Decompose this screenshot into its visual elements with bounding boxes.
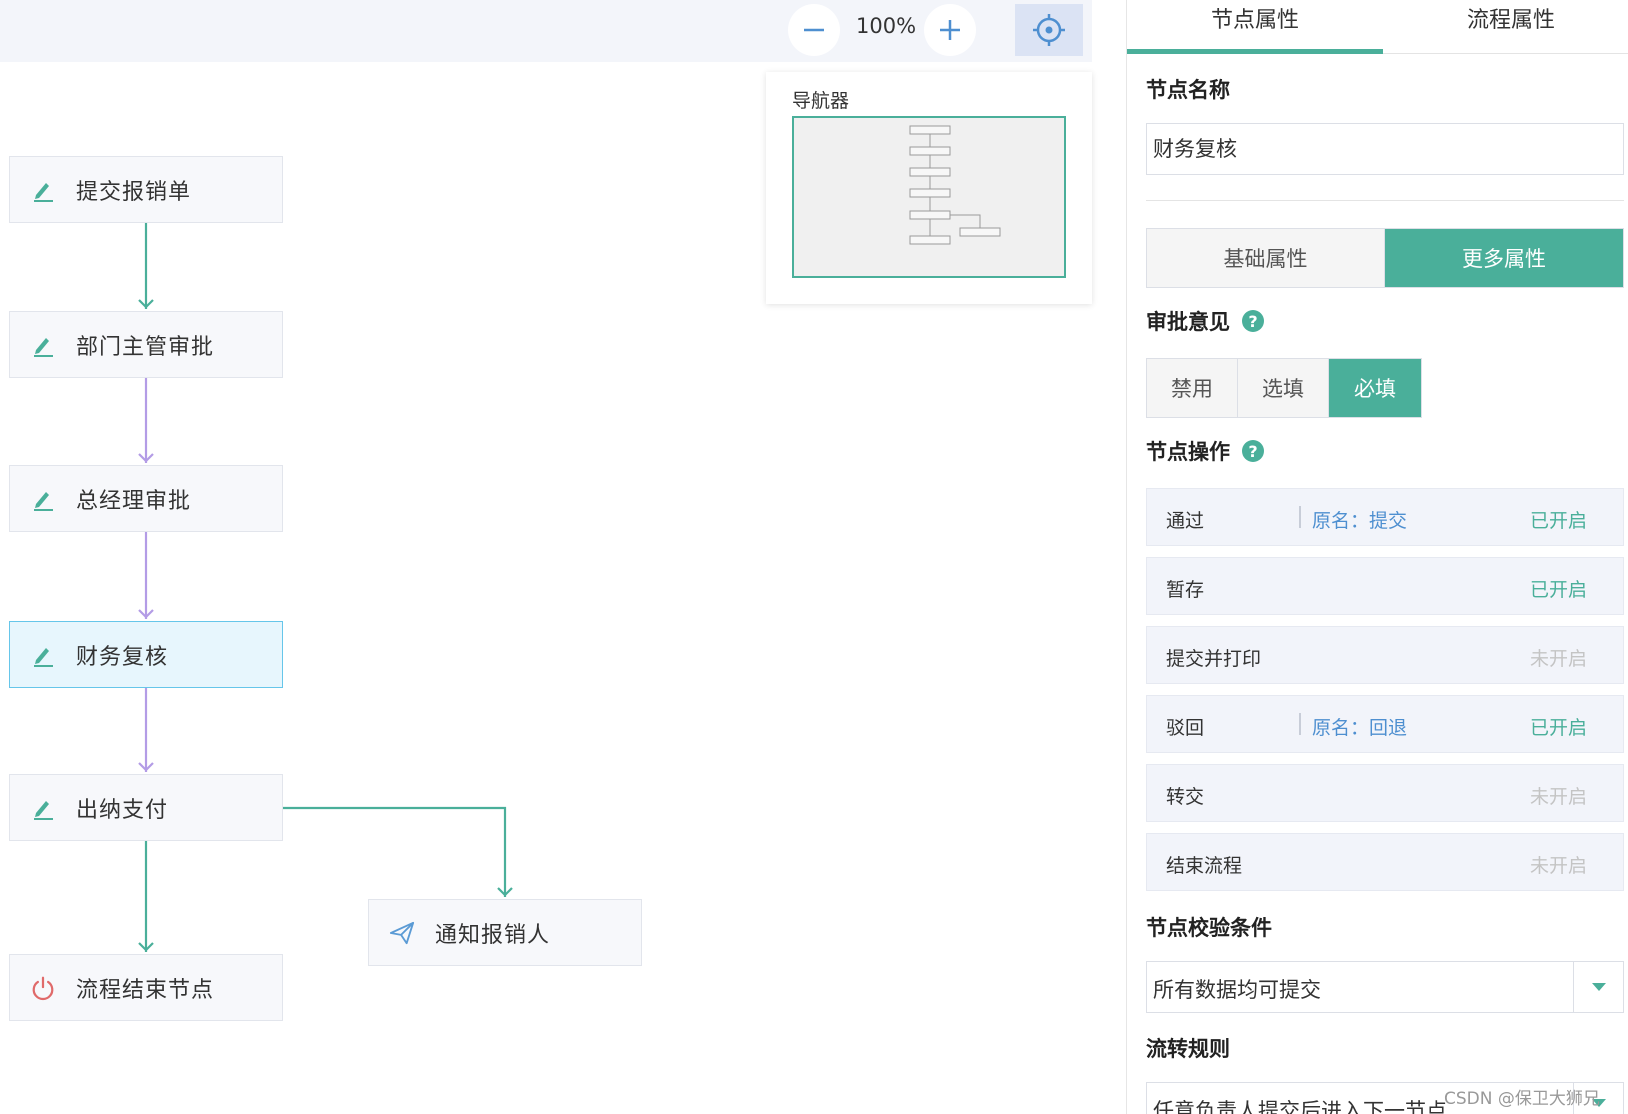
node-operations-label-text: 节点操作: [1146, 440, 1230, 464]
flow-node-notify[interactable]: 通知报销人: [368, 899, 642, 966]
flow-node-finance-review[interactable]: 财务复核: [9, 621, 283, 688]
operation-row-end-flow[interactable]: 结束流程 未开启: [1146, 833, 1624, 891]
node-label: 财务复核: [76, 644, 169, 670]
operation-status[interactable]: 未开启: [1530, 644, 1587, 671]
approval-opinion-segment: 禁用 选填 必填: [1146, 358, 1422, 418]
node-label: 提交报销单: [76, 179, 192, 205]
property-type-toggle: 基础属性 更多属性: [1146, 228, 1624, 288]
locate-button[interactable]: [1015, 4, 1083, 56]
operation-row-transfer[interactable]: 转交 未开启: [1146, 764, 1624, 822]
dropdown-arrow-icon[interactable]: [1573, 962, 1623, 1012]
transfer-rule-label: 流转规则: [1146, 1033, 1230, 1063]
zoom-level: 100%: [856, 14, 917, 38]
operation-row-reject[interactable]: 驳回 原名：回退 已开启: [1146, 695, 1624, 753]
operation-name: 转交: [1166, 786, 1205, 808]
property-panel: 节点属性 流程属性 节点名称 财务复核 基础属性 更多属性 审批意见 ? 禁用 …: [1126, 0, 1628, 1114]
opinion-optional-option[interactable]: 选填: [1238, 359, 1329, 417]
operation-status[interactable]: 已开启: [1530, 713, 1587, 740]
node-name-label-text: 节点名称: [1146, 78, 1230, 102]
help-icon[interactable]: ?: [1242, 310, 1264, 332]
plus-icon: [940, 20, 960, 40]
flow-node-submit[interactable]: 提交报销单: [9, 156, 283, 223]
operation-name: 通过: [1166, 510, 1205, 532]
node-label: 流程结束节点: [76, 977, 215, 1003]
operation-row-save-draft[interactable]: 暂存 已开启: [1146, 557, 1624, 615]
navigator-title: 导航器: [792, 90, 850, 112]
power-icon: [30, 975, 56, 1001]
operation-separator: [1299, 713, 1301, 735]
edit-icon: [30, 795, 56, 821]
zoom-out-button[interactable]: [788, 4, 840, 56]
basic-properties-tab[interactable]: 基础属性: [1147, 229, 1385, 287]
node-label: 部门主管审批: [76, 334, 215, 360]
workflow-designer: 100% 导航器 提交报销单 部门主管审批 总经理审批 财务复核 出纳支付 流程…: [0, 0, 1628, 1114]
approval-opinion-label-text: 审批意见: [1146, 310, 1230, 334]
transfer-rule-label-text: 流转规则: [1146, 1037, 1230, 1061]
opinion-required-option[interactable]: 必填: [1329, 359, 1421, 417]
minus-icon: [804, 28, 824, 32]
operation-name: 暂存: [1166, 579, 1205, 601]
crosshair-icon: [1033, 14, 1065, 46]
operation-name: 提交并打印: [1166, 648, 1262, 670]
node-label: 总经理审批: [76, 488, 192, 514]
flow-node-gm-approval[interactable]: 总经理审批: [9, 465, 283, 532]
operation-status[interactable]: 未开启: [1530, 851, 1587, 878]
minimap-drawing: [909, 125, 1001, 245]
operation-status[interactable]: 未开启: [1530, 782, 1587, 809]
section-divider: [1146, 200, 1624, 201]
flow-node-dept-approval[interactable]: 部门主管审批: [9, 311, 283, 378]
operation-original-name: 原名：提交: [1312, 510, 1408, 532]
node-name-input[interactable]: 财务复核: [1146, 123, 1624, 175]
operation-original-name: 原名：回退: [1312, 717, 1408, 739]
transfer-rule-value: 任意负责人提交后进入下一节点: [1153, 1099, 1447, 1114]
node-name-label: 节点名称: [1146, 74, 1230, 104]
validation-label: 节点校验条件: [1146, 912, 1272, 942]
edit-icon: [30, 642, 56, 668]
send-icon: [389, 920, 415, 946]
node-label: 出纳支付: [76, 797, 169, 823]
help-icon[interactable]: ?: [1242, 440, 1264, 462]
panel-tabs: 节点属性 流程属性: [1127, 0, 1628, 54]
tab-node-properties[interactable]: 节点属性: [1127, 4, 1383, 54]
edit-icon: [30, 486, 56, 512]
edge-cashier-to-notify[interactable]: [283, 806, 507, 897]
operation-separator: [1299, 506, 1301, 528]
zoom-in-button[interactable]: [924, 4, 976, 56]
operation-name: 驳回: [1166, 717, 1205, 739]
validation-value: 所有数据均可提交: [1153, 978, 1321, 1002]
navigator-panel: 导航器: [766, 72, 1092, 304]
more-properties-tab[interactable]: 更多属性: [1385, 229, 1623, 287]
operation-status[interactable]: 已开启: [1530, 506, 1587, 533]
opinion-disabled-option[interactable]: 禁用: [1147, 359, 1238, 417]
flow-node-cashier-payment[interactable]: 出纳支付: [9, 774, 283, 841]
edit-icon: [30, 332, 56, 358]
operation-row-pass[interactable]: 通过 原名：提交 已开启: [1146, 488, 1624, 546]
operation-name: 结束流程: [1166, 855, 1243, 877]
flow-node-end[interactable]: 流程结束节点: [9, 954, 283, 1021]
tab-flow-properties[interactable]: 流程属性: [1383, 4, 1628, 52]
approval-opinion-label: 审批意见 ?: [1146, 306, 1264, 336]
edit-icon: [30, 177, 56, 203]
navigator-minimap[interactable]: [792, 116, 1066, 278]
validation-label-text: 节点校验条件: [1146, 916, 1272, 940]
node-operations-label: 节点操作 ?: [1146, 436, 1264, 466]
node-label: 通知报销人: [435, 922, 551, 948]
operation-status[interactable]: 已开启: [1530, 575, 1587, 602]
watermark: CSDN @保卫大狮兄: [1444, 1089, 1600, 1109]
operation-row-submit-print[interactable]: 提交并打印 未开启: [1146, 626, 1624, 684]
validation-select[interactable]: 所有数据均可提交: [1146, 961, 1624, 1013]
